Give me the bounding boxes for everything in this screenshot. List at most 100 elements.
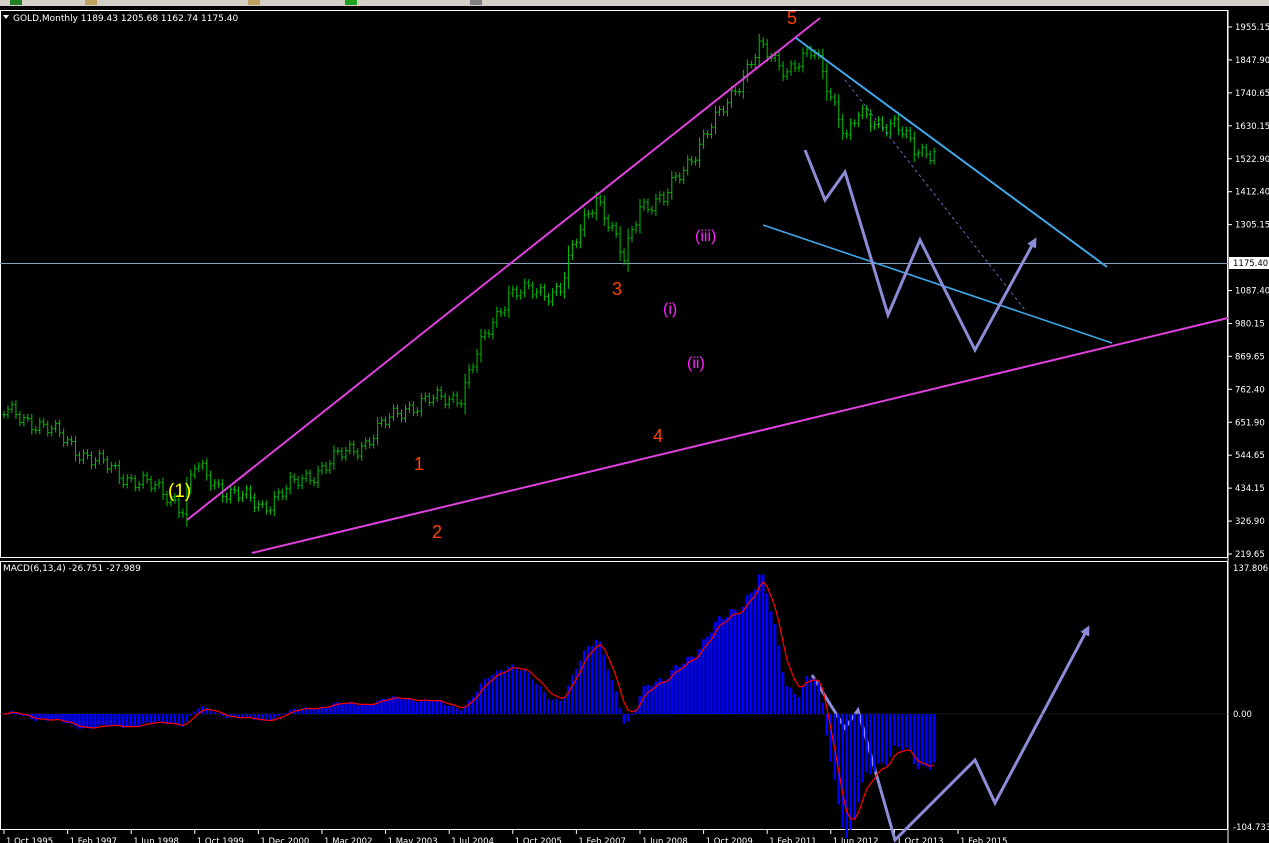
time-tick-label: 1 Oct 2013 [896,837,943,843]
macd-bar [483,678,487,714]
price-tick-label: 1847.90 [1235,56,1269,66]
projection-path-price [803,149,1037,354]
macd-bar [694,657,697,714]
price-tick-label: 544.65 [1235,451,1265,461]
macd-bar [877,714,880,764]
macd-bar [416,702,419,714]
macd-bar [590,645,594,714]
macd-bar [431,701,435,714]
macd-bar [825,714,829,736]
macd-bar [213,711,216,714]
macd-bar [698,649,701,714]
macd-bar [396,696,399,714]
macd-bar [348,701,352,714]
macd-bar [769,611,773,714]
price-tick-label: 326.90 [1235,517,1265,527]
macd-bar [559,700,562,714]
macd-bar [567,685,570,714]
macd-bar [575,668,578,714]
macd-bar [801,685,805,714]
time-tick-label: 1 May 2003 [388,837,438,843]
macd-bar [857,714,860,803]
macd-bar [129,714,133,727]
new-order-icon[interactable] [10,0,22,5]
macd-bar [149,714,153,723]
macd-bar [193,711,196,714]
price-tick-label: 762.40 [1235,385,1265,395]
macd-bar [622,714,626,724]
macd-bar [722,619,725,714]
macd-bar [169,714,173,724]
macd-bar [869,714,872,775]
macd-bar [427,701,431,714]
macd-bar [276,714,280,717]
price-tick-label: 869.65 [1235,352,1265,362]
macd-bar [749,592,753,714]
pencil-icon[interactable] [248,0,260,5]
edit-icon[interactable] [85,0,97,5]
time-tick-label: 1 Jul 2004 [451,837,494,843]
macd-bar [741,606,745,714]
macd-bar [455,708,459,714]
macd-bar [388,698,391,714]
macd-bar [904,714,908,748]
macd-bar [153,714,157,723]
time-tick-label: 1 Jun 1998 [133,837,179,843]
macd-axis: 137.806 0.00 -104.733 [1233,564,1269,833]
macd-bar [523,669,526,714]
macd-bar [439,701,443,714]
macd-bar [753,589,757,714]
macd-bar [900,714,904,751]
macd-bar [101,714,105,725]
macd-bar [173,714,177,724]
price-bars [2,34,936,527]
macd-bar [726,617,729,714]
macd-bar [141,714,145,724]
macd-bar [555,698,558,714]
macd-bar [765,593,769,714]
macd-bar [189,714,193,717]
macd-bar [881,714,884,764]
macd-bar [539,686,542,714]
chart-area[interactable]: 1955.15 1847.90 1740.65 1630.15 1522.90 1412.… [0,6,1269,843]
macd-bar [785,685,789,714]
macd-bar [809,678,813,714]
macd-bar [352,703,355,714]
macd-bar [58,714,61,720]
macd-bar [932,714,936,763]
macd-bar [245,714,248,718]
macd-bar [582,650,586,714]
price-tick-label: 434.15 [1235,484,1265,494]
macd-bar [90,714,93,729]
macd-bar [630,714,634,715]
macd-panel-frame [0,561,1228,830]
macd-bar [606,669,610,714]
macd-bar [368,704,371,714]
macd-bar [543,692,546,714]
macd-bar [761,574,765,714]
time-tick-label: 1 Mar 2002 [324,837,372,843]
price-tick-label: 651.90 [1235,418,1265,428]
current-price-label: 1175.40 [1233,259,1268,269]
add-icon[interactable] [345,0,357,5]
macd-bar [157,714,161,722]
macd-bar [511,664,514,714]
macd-bar [412,700,415,714]
zoom-icon[interactable] [470,0,482,5]
macd-header: MACD(6,13,4) -26.751 -27.989 [3,564,141,574]
macd-bar [602,654,606,714]
macd-bar [551,699,554,714]
macd-bar [419,700,423,714]
macd-bar [837,714,840,805]
macd-bar [459,710,463,714]
macd-bar [499,670,503,714]
macd-bar [400,699,403,714]
price-tick-label: 1412.40 [1235,188,1269,198]
macd-bar [618,708,622,714]
time-tick-label: 1 Feb 1997 [70,837,118,843]
macd-bar [125,714,129,728]
macd-bar [686,656,689,714]
time-tick-label: 1 Jun 2008 [642,837,688,843]
macd-bar [821,702,825,714]
symbol-dropdown-icon[interactable] [3,15,9,19]
